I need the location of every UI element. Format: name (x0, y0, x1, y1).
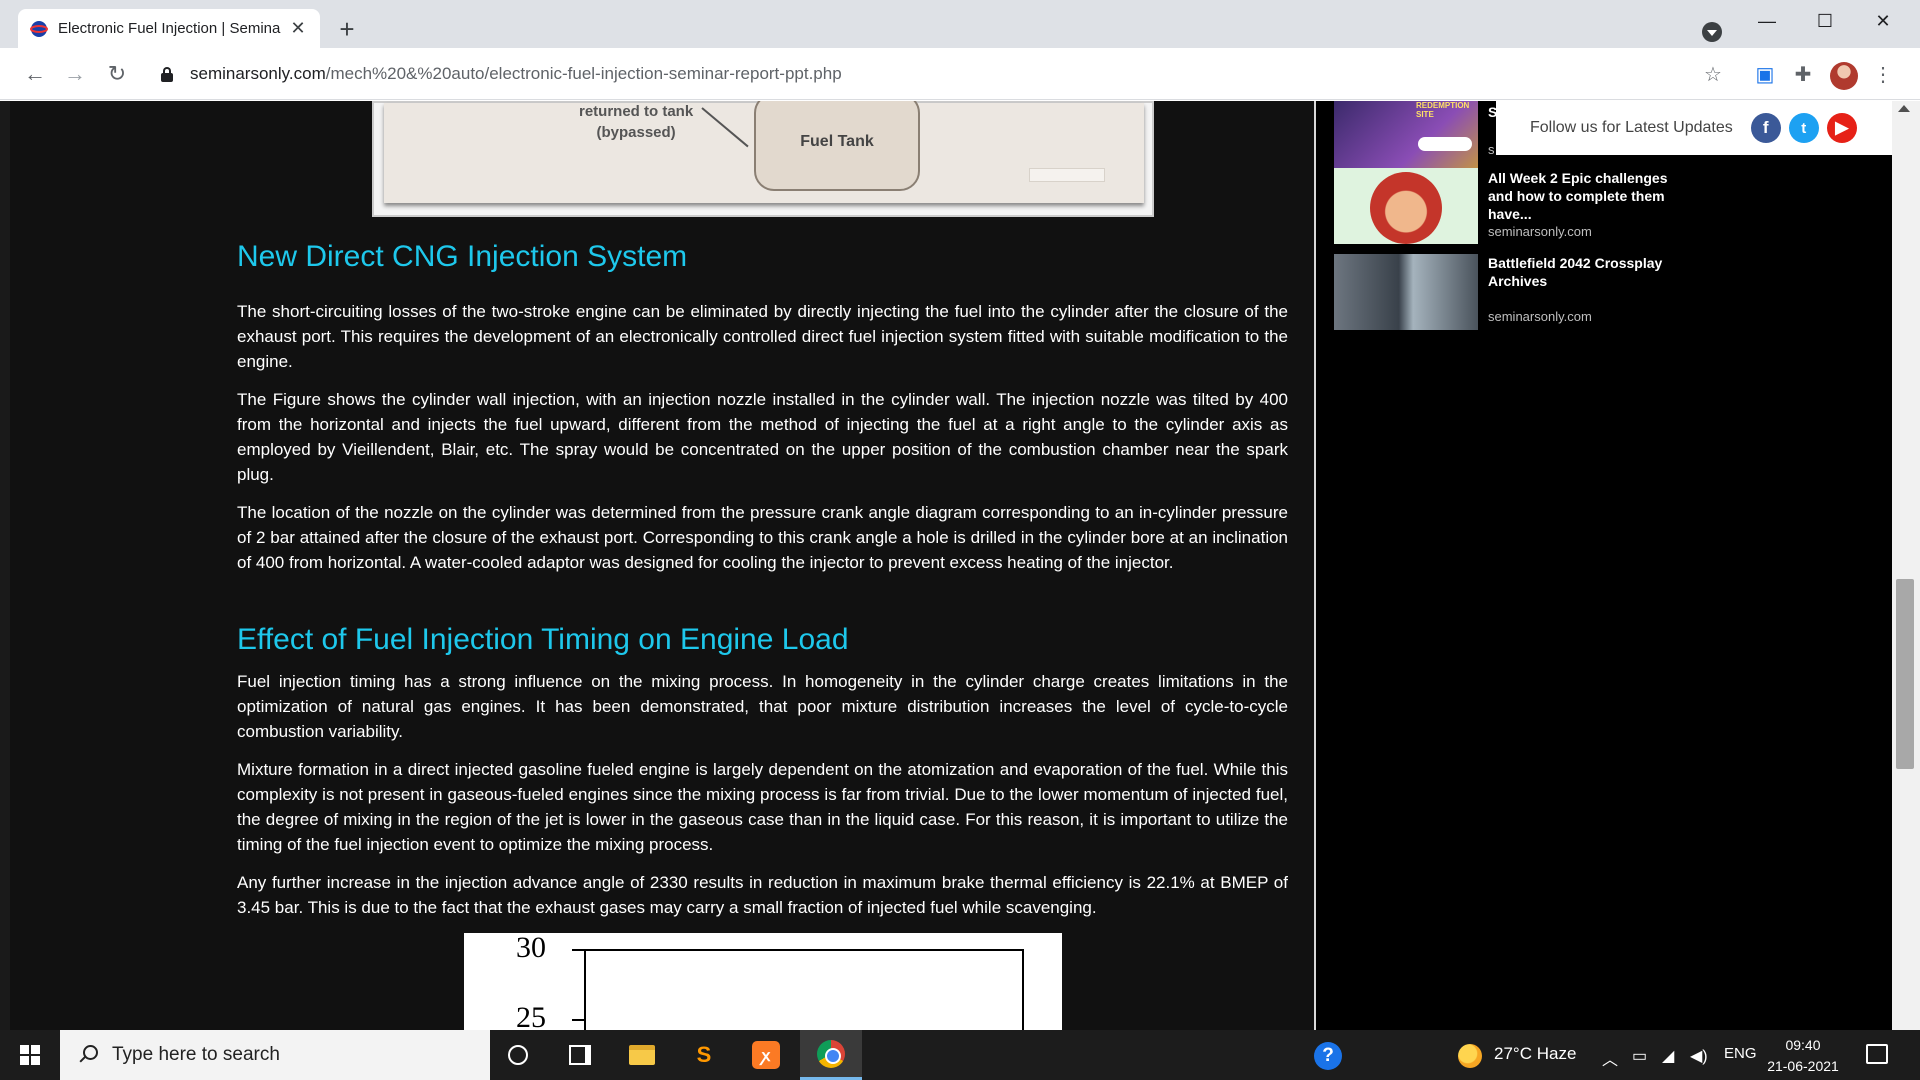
sidebar-thumbnail-epic[interactable] (1334, 168, 1478, 244)
folder-icon (629, 1045, 655, 1065)
taskbar: Type here to search S ꭗ ? 27°C Haze ︿ ▭ … (0, 1030, 1920, 1080)
windows-logo-icon (20, 1045, 40, 1065)
cortana-button[interactable] (490, 1030, 546, 1080)
paragraph-6: Any further increase in the injection ad… (237, 873, 1288, 917)
paragraph-1: The short-circuiting losses of the two-s… (237, 302, 1288, 371)
sidebar-thumbnail-game[interactable]: REDEMPTION SITE (1334, 101, 1478, 177)
thumbnail-caption: REDEMPTION SITE (1416, 101, 1470, 119)
paragraph-5: Mixture formation in a direct injected g… (237, 760, 1288, 854)
scrollbar-thumb[interactable] (1896, 579, 1914, 769)
diagram-connector-line (701, 107, 749, 148)
clock-time: 09:40 (1785, 1037, 1821, 1053)
tab-search-icon[interactable] (1702, 22, 1722, 42)
site-favicon-icon (30, 20, 48, 37)
fuel-tank-label: Fuel Tank (800, 133, 874, 150)
address-bar[interactable]: seminarsonly.com/mech%20&%20auto/electro… (152, 56, 1712, 92)
extension-download-icon[interactable]: ▣ (1752, 61, 1778, 87)
xampp-icon: ꭗ (752, 1041, 780, 1069)
notification-center-icon[interactable] (1866, 1044, 1888, 1064)
diagram-blank-label (1029, 168, 1105, 182)
facebook-icon[interactable]: f (1750, 113, 1781, 143)
tab-title: Electronic Fuel Injection | Semina (58, 20, 281, 37)
browser-toolbar: ← → ↻ seminarsonly.com/mech%20&%20auto/e… (0, 48, 1920, 100)
search-placeholder: Type here to search (112, 1044, 280, 1065)
sidebar-item-title[interactable]: Battlefield 2042 Crossplay Archives (1488, 254, 1688, 290)
volume-icon[interactable]: ◀) (1690, 1046, 1708, 1066)
lock-icon[interactable] (160, 66, 174, 82)
paragraph-4: Fuel injection timing has a strong influ… (237, 672, 1288, 741)
heading-direct-cng-injection: New Direct CNG Injection System (237, 240, 688, 273)
language-indicator[interactable]: ENG (1724, 1045, 1757, 1062)
follow-us-box: Follow us for Latest Updates f t ▶ (1496, 101, 1892, 155)
help-icon[interactable]: ? (1314, 1042, 1342, 1070)
url-path: /mech%20&%20auto/electronic-fuel-injecti… (325, 64, 842, 83)
task-view-button[interactable] (552, 1030, 608, 1080)
profile-avatar[interactable] (1830, 62, 1858, 90)
reload-icon[interactable]: ↻ (104, 61, 130, 87)
thumbnail-coin-icons (1418, 137, 1472, 151)
url-text[interactable]: seminarsonly.com/mech%20&%20auto/electro… (190, 64, 842, 84)
paragraph-3: The location of the nozzle on the cylind… (237, 503, 1288, 572)
efficiency-chart-image: 30 25 (464, 931, 1062, 1030)
browser-tab-active[interactable]: Electronic Fuel Injection | Semina ✕ (18, 9, 320, 48)
show-hidden-icons-chevron-icon[interactable]: ︿ (1602, 1046, 1618, 1070)
search-icon (78, 1045, 98, 1065)
tab-close-icon[interactable]: ✕ (288, 18, 308, 39)
fuel-system-diagram: returned to tank (bypassed) Fuel Tank (372, 101, 1154, 217)
sidebar-item-site: seminarsonly.com (1488, 224, 1592, 239)
minimize-icon[interactable]: — (1744, 8, 1790, 34)
file-explorer-button[interactable] (614, 1030, 670, 1080)
thumbnail-character (1370, 172, 1442, 244)
clock-date: 21-06-2021 (1767, 1058, 1839, 1074)
sidebar-thumbnail-battlefield[interactable] (1334, 254, 1478, 330)
wifi-icon[interactable]: ◢ (1662, 1046, 1674, 1066)
extensions-puzzle-icon[interactable]: ✚ (1790, 61, 1816, 87)
taskbar-clock[interactable]: 09:40 21-06-2021 (1766, 1035, 1840, 1077)
chart-tick-25: 25 (516, 1001, 546, 1030)
forward-arrow-icon[interactable]: → (62, 61, 88, 87)
chart-tickmark (572, 1019, 584, 1021)
chart-tickmark (572, 949, 584, 951)
new-tab-button[interactable]: + (334, 16, 360, 44)
browser-tabstrip: Electronic Fuel Injection | Semina ✕ + —… (0, 0, 1920, 48)
url-host: seminarsonly.com (190, 64, 326, 83)
sidebar-item-partial-site: s (1488, 142, 1495, 157)
cortana-icon (508, 1045, 528, 1065)
youtube-icon[interactable]: ▶ (1826, 113, 1857, 143)
task-view-icon (569, 1045, 591, 1065)
chart-tick-30: 30 (516, 931, 546, 964)
close-window-icon[interactable]: ✕ (1860, 8, 1906, 34)
sublime-text-button[interactable]: S (676, 1030, 732, 1080)
weather-sun-icon[interactable] (1458, 1044, 1482, 1068)
menu-kebab-icon[interactable]: ⋮ (1870, 61, 1896, 87)
page-viewport: returned to tank (bypassed) Fuel Tank Ne… (0, 101, 1920, 1030)
sidebar-item-title[interactable]: All Week 2 Epic challenges and how to co… (1488, 169, 1688, 223)
chart-plot-area (584, 949, 1024, 1030)
battery-icon[interactable]: ▭ (1632, 1046, 1647, 1066)
bookmark-star-icon[interactable]: ☆ (1700, 61, 1726, 87)
sidebar-item-site: seminarsonly.com (1488, 309, 1592, 324)
left-edge-strip (0, 101, 10, 1030)
start-button[interactable] (0, 1030, 60, 1080)
chrome-taskbar-button[interactable] (800, 1030, 862, 1080)
chrome-icon (817, 1039, 845, 1068)
diagram-panel: returned to tank (bypassed) Fuel Tank (384, 101, 1144, 203)
follow-us-text: Follow us for Latest Updates (1530, 119, 1733, 136)
back-arrow-icon[interactable]: ← (22, 61, 48, 87)
taskbar-search-box[interactable]: Type here to search (60, 1030, 490, 1080)
scroll-up-arrow-icon[interactable] (1898, 105, 1910, 112)
twitter-icon[interactable]: t (1788, 113, 1819, 143)
xampp-button[interactable]: ꭗ (738, 1030, 794, 1080)
page-scrollbar[interactable] (1892, 101, 1920, 1030)
weather-text[interactable]: 27°C Haze (1494, 1044, 1576, 1064)
heading-injection-timing: Effect of Fuel Injection Timing on Engin… (237, 623, 849, 656)
maximize-icon[interactable]: ☐ (1802, 8, 1848, 34)
sublime-text-icon: S (693, 1042, 715, 1067)
diagram-fuel-tank: Fuel Tank (754, 101, 920, 191)
paragraph-2: The Figure shows the cylinder wall injec… (237, 390, 1288, 484)
diagram-returned-label: returned to tank (bypassed) (579, 103, 694, 141)
